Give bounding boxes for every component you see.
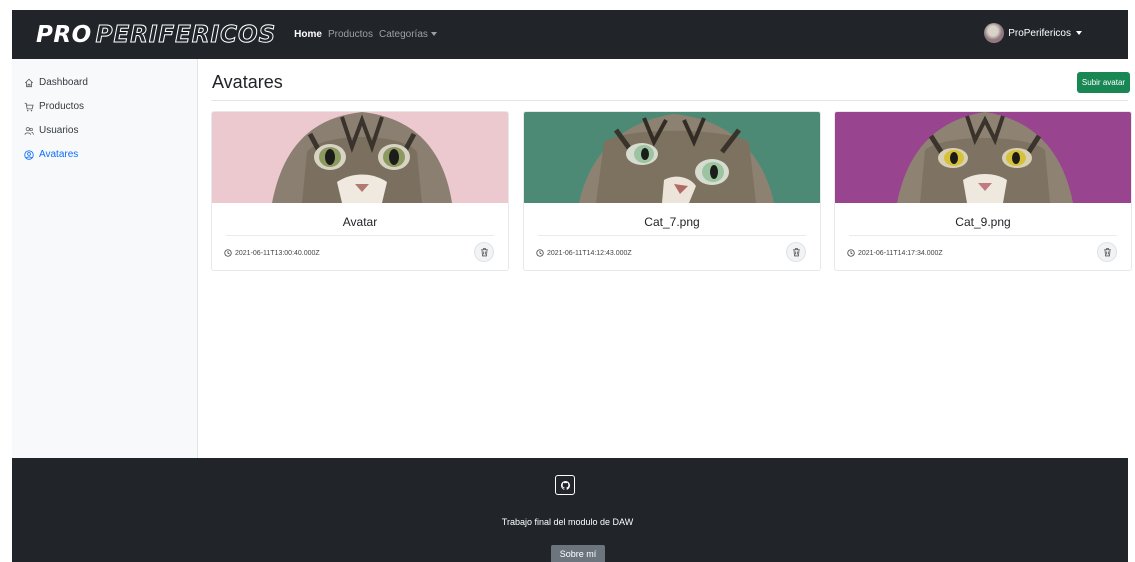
trash-icon	[1103, 248, 1111, 257]
clock-icon	[536, 249, 544, 257]
sidebar-item-label: Dashboard	[39, 77, 88, 88]
clock-icon	[847, 249, 855, 257]
delete-avatar-button[interactable]	[474, 242, 494, 262]
github-icon	[560, 480, 570, 490]
card-date-text: 2021-06-11T13:00:40.000Z	[235, 249, 320, 257]
card-title: Cat_9.png	[955, 215, 1011, 229]
cat-avatar-icon	[984, 23, 1005, 43]
trash-icon	[792, 248, 800, 257]
avatar-card: Avatar 2021-06-11T13:00:40.000Z	[211, 111, 509, 271]
sidebar-item-usuarios[interactable]: Usuarios	[24, 125, 78, 136]
card-divider	[226, 235, 494, 236]
avatar-image[interactable]	[212, 112, 508, 203]
user-name: ProPerifericos	[1008, 27, 1071, 39]
upload-avatar-button[interactable]: Subir avatar	[1077, 72, 1130, 93]
avatar-image[interactable]	[835, 112, 1131, 203]
about-me-button[interactable]: Sobre mí	[551, 545, 605, 562]
sidebar-item-label: Usuarios	[39, 125, 79, 136]
github-link-button[interactable]	[555, 475, 575, 495]
chevron-down-icon	[1076, 31, 1082, 35]
card-date: 2021-06-11T14:12:43.000Z	[536, 249, 632, 257]
nav-dropdown-categorias[interactable]: Categorías	[379, 29, 437, 40]
card-title: Avatar	[342, 215, 378, 229]
footer-text: Trabajo final del modulo de DAW	[501, 517, 634, 527]
nav-link-productos[interactable]: Productos	[328, 29, 373, 40]
sidebar-item-label: Productos	[39, 101, 85, 112]
card-date-text: 2021-06-11T14:12:43.000Z	[547, 249, 632, 257]
sidebar-item-dashboard[interactable]: Dashboard	[24, 77, 88, 88]
clock-icon	[224, 249, 232, 257]
delete-avatar-button[interactable]	[786, 242, 806, 262]
sidebar-item-productos[interactable]: Productos	[24, 101, 84, 112]
brand-bold-text: PRO	[36, 21, 92, 48]
sidebar: Dashboard Productos Usuarios Avatares	[12, 59, 198, 458]
brand-outline-text: PERIFERICOS	[95, 21, 277, 48]
home-icon	[24, 78, 34, 88]
title-divider	[211, 100, 1128, 101]
avatar-card: Cat_7.png 2021-06-11T14:12:43.000Z	[523, 111, 821, 271]
card-divider	[849, 235, 1117, 236]
card-date: 2021-06-11T13:00:40.000Z	[224, 249, 320, 257]
card-date: 2021-06-11T14:17:34.000Z	[847, 249, 943, 257]
sidebar-item-label: Avatares	[39, 149, 79, 160]
nav-link-home[interactable]: Home	[294, 29, 322, 40]
top-navbar: PRO PERIFERICOS Home Productos Categoría…	[12, 10, 1128, 59]
nav-links: Home Productos Categorías	[294, 29, 443, 40]
card-divider	[538, 235, 806, 236]
delete-avatar-button[interactable]	[1097, 242, 1117, 262]
avatar-image[interactable]	[524, 112, 820, 203]
chevron-down-icon	[430, 32, 437, 37]
nav-dropdown-label: Categorías	[378, 29, 428, 40]
cart-icon	[24, 102, 34, 112]
card-title: Cat_7.png	[644, 215, 700, 229]
sidebar-item-avatares[interactable]: Avatares	[24, 149, 78, 160]
user-circle-icon	[24, 149, 34, 160]
page-title: Avatares	[212, 72, 283, 92]
card-date-text: 2021-06-11T14:17:34.000Z	[858, 249, 943, 257]
user-menu-dropdown[interactable]: ProPerifericos	[984, 23, 1082, 43]
users-icon	[24, 126, 34, 136]
avatar-card: Cat_9.png 2021-06-11T14:17:34.000Z	[834, 111, 1132, 271]
brand-logo[interactable]: PRO PERIFERICOS	[36, 21, 277, 48]
trash-icon	[480, 248, 488, 257]
